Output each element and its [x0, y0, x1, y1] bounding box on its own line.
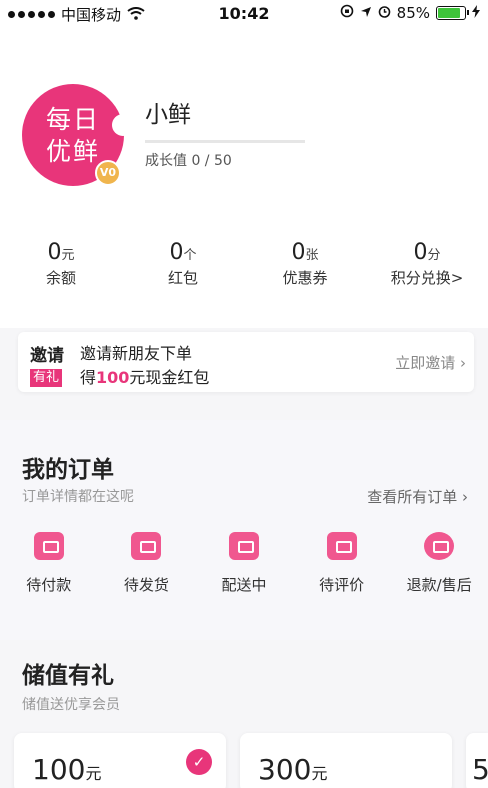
order-pending-payment[interactable]: 待付款	[0, 532, 98, 595]
my-orders-section: 我的订单 订单详情都在这呢 查看所有订单 › 待付款 待发货 配送中 待评价 退…	[0, 420, 488, 640]
battery-icon	[436, 6, 469, 20]
stored-value-card-partial[interactable]: 5	[466, 733, 488, 788]
invite-line2: 得100元现金红包	[80, 368, 210, 387]
stored-value-title: 储值有礼	[22, 663, 114, 689]
location-icon	[360, 4, 372, 22]
battery-percent: 85%	[396, 4, 430, 22]
stat-points[interactable]: 0分 积分兑换>	[366, 240, 488, 288]
invite-now-button[interactable]: 立即邀请 ›	[395, 352, 466, 373]
package-icon	[131, 532, 162, 560]
stat-coupons[interactable]: 0张 优惠券	[244, 240, 366, 288]
wallet-icon	[33, 532, 64, 560]
vip-level-badge: V0	[95, 160, 121, 186]
stored-value-card-300[interactable]: 300元	[240, 733, 452, 788]
stat-balance[interactable]: 0元 余额	[0, 240, 122, 288]
view-all-orders-link[interactable]: 查看所有订单 ›	[367, 486, 468, 507]
order-in-delivery[interactable]: 配送中	[195, 532, 293, 595]
stat-red-packets[interactable]: 0个 红包	[122, 240, 244, 288]
growth-value: 成长值 0 / 50	[145, 153, 232, 169]
stored-value-card-100[interactable]: 100元 ✓	[14, 733, 226, 788]
charging-icon	[472, 4, 480, 22]
refund-icon	[424, 532, 455, 560]
orders-title: 我的订单	[22, 457, 114, 483]
order-refund[interactable]: 退款/售后	[390, 532, 488, 595]
username[interactable]: 小鲜	[145, 95, 191, 129]
profile-section: 每日 优鲜 V0 小鲜 成长值 0 / 50 0元 余额 0个 红包 0张 优惠…	[0, 28, 488, 328]
order-pending-shipment[interactable]: 待发货	[98, 532, 196, 595]
invite-gift-tag: 有礼	[30, 369, 63, 387]
alarm-icon	[378, 4, 391, 22]
delivery-truck-icon	[228, 532, 259, 560]
order-pending-review[interactable]: 待评价	[293, 532, 391, 595]
comment-icon	[326, 532, 357, 560]
growth-progress-bar	[145, 140, 305, 143]
invite-banner[interactable]: 邀请 有礼 邀请新朋友下单 得100元现金红包 立即邀请 ›	[18, 332, 474, 392]
orders-subtitle: 订单详情都在这呢	[22, 489, 134, 505]
order-status-row: 待付款 待发货 配送中 待评价 退款/售后	[0, 532, 488, 595]
selected-check-icon: ✓	[186, 749, 212, 775]
status-bar: 中国移动 10:42 85%	[0, 0, 488, 28]
invite-line1: 邀请新朋友下单	[80, 344, 193, 363]
invite-title: 邀请	[30, 346, 64, 366]
stored-value-cards: 100元 ✓ 300元 5	[0, 733, 488, 788]
account-stats: 0元 余额 0个 红包 0张 优惠券 0分 积分兑换>	[0, 240, 488, 288]
rotation-lock-icon	[340, 4, 354, 22]
stored-value-subtitle: 储值送优享会员	[22, 697, 120, 713]
